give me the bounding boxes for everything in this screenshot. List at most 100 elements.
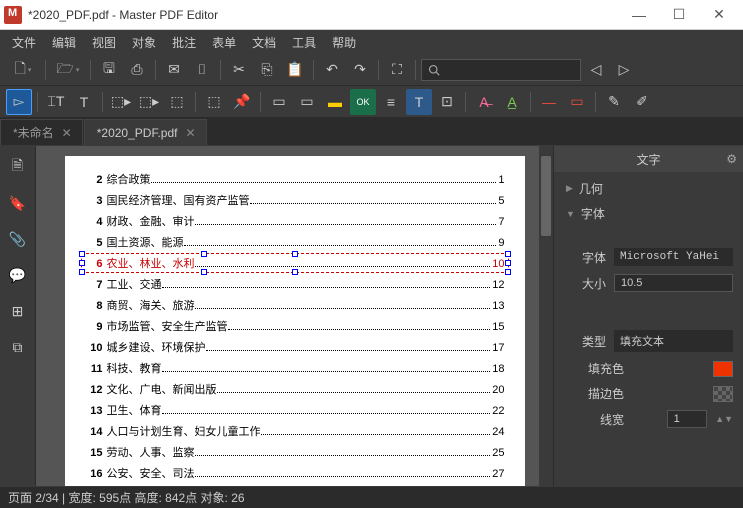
redo-button[interactable]: ↷ (347, 57, 373, 83)
scan-button[interactable]: ⌷ (189, 57, 215, 83)
resize-handle[interactable] (292, 251, 298, 257)
font-value[interactable]: Microsoft YaHei (614, 248, 733, 266)
scrollbar-vertical[interactable] (539, 146, 553, 486)
size-input[interactable] (614, 274, 733, 292)
print-button[interactable]: ⎙ (124, 57, 150, 83)
resize-handle[interactable] (201, 251, 207, 257)
toc-row[interactable]: 9 市场监管、安全生产监管15 (85, 318, 505, 334)
textbox-tool[interactable]: ⬚▸ (108, 89, 134, 115)
linewidth-input[interactable] (667, 410, 708, 428)
left-sidebar: 🗎 🔖 📎 💬 ⊞ ⧉ (0, 146, 36, 486)
toc-label: 公安、安全、司法 (107, 465, 195, 481)
toc-row[interactable]: 13 卫生、体育22 (85, 402, 505, 418)
underline-tool[interactable]: A̲ (499, 89, 525, 115)
resize-handle[interactable] (292, 269, 298, 275)
open-button[interactable]: 🗁▾ (51, 57, 85, 83)
text-edit-tool[interactable]: ⌶T (43, 89, 69, 115)
toc-dots (162, 287, 491, 288)
resize-handle[interactable] (505, 269, 511, 275)
menu-批注[interactable]: 批注 (164, 32, 204, 53)
pencil-tool[interactable]: ✎ (601, 89, 627, 115)
maximize-button[interactable]: ☐ (659, 1, 699, 29)
toc-row[interactable]: 4 财政、金融、审计7 (85, 213, 505, 229)
toc-row[interactable]: 5 国土资源、能源9 (85, 234, 505, 250)
toc-row[interactable]: 10 城乡建设、环境保护17 (85, 339, 505, 355)
document-tab[interactable]: *2020_PDF.pdf✕ (84, 119, 207, 145)
menu-表单[interactable]: 表单 (204, 32, 244, 53)
toc-row[interactable]: 14 人口与计划生育、妇女儿童工作24 (85, 423, 505, 439)
toc-page: 17 (492, 342, 504, 354)
bookmarks-button[interactable]: 🔖 (3, 188, 33, 218)
toc-row[interactable]: 11 科技、教育18 (85, 360, 505, 376)
stroke-color-swatch[interactable] (713, 386, 733, 402)
document-tab[interactable]: *未命名✕ (0, 119, 83, 145)
fit-button[interactable]: ⛶ (384, 57, 410, 83)
toc-label: 综合政策 (107, 171, 151, 187)
menu-视图[interactable]: 视图 (84, 32, 124, 53)
attachments-button[interactable]: 📎 (3, 224, 33, 254)
type-value[interactable]: 填充文本 (614, 330, 733, 352)
toc-row[interactable]: 2 综合政策1 (85, 171, 505, 187)
properties-panel: 文字 ⚙ ▶几何 ▼字体 字体 Microsoft YaHei 大小 类型 填充… (553, 146, 743, 486)
menu-编辑[interactable]: 编辑 (44, 32, 84, 53)
menu-文件[interactable]: 文件 (4, 32, 44, 53)
highlight-tool[interactable]: ▬ (322, 89, 348, 115)
toc-row[interactable]: 8 商贸、海关、旅游13 (85, 297, 505, 313)
form-list-tool[interactable]: ≡ (378, 89, 404, 115)
resize-handle[interactable] (505, 260, 511, 266)
crop-tool[interactable]: ⬚ (201, 89, 227, 115)
thumbnails-button[interactable]: 🗎 (3, 152, 33, 182)
toc-number: 4 (85, 216, 103, 228)
pin-tool[interactable]: 📌 (229, 89, 255, 115)
eraser-tool[interactable]: ✐ (629, 89, 655, 115)
toc-row[interactable]: 7 工业、交通12 (85, 276, 505, 292)
tab-close-icon[interactable]: ✕ (62, 126, 72, 140)
select-tool[interactable]: ▻ (6, 89, 32, 115)
area-tool[interactable]: ⬚ (164, 89, 190, 115)
toc-row[interactable]: 12 文化、广电、新闻出版20 (85, 381, 505, 397)
fill-color-swatch[interactable] (713, 361, 733, 377)
toc-row[interactable]: 6 农业、林业、水利10 (85, 255, 505, 271)
fields-button[interactable]: ⊞ (3, 296, 33, 326)
pdf-page[interactable]: 2 综合政策1 3 国民经济管理、国有资产监管5 4 财政、金融、审计7 5 国土资源… (65, 156, 525, 486)
close-button[interactable]: ✕ (699, 1, 739, 29)
form-check-tool[interactable]: ⊡ (434, 89, 460, 115)
search-prev-button[interactable]: ◁ (583, 57, 609, 83)
form-button-tool[interactable]: OK (350, 89, 376, 115)
toc-row[interactable]: 3 国民经济管理、国有资产监管5 (85, 192, 505, 208)
form-text-tool[interactable]: T (406, 89, 432, 115)
cut-button[interactable]: ✂ (226, 57, 252, 83)
callout-tool[interactable]: ▭ (294, 89, 320, 115)
menu-工具[interactable]: 工具 (284, 32, 324, 53)
search-input[interactable] (421, 59, 581, 81)
strikeout-tool[interactable]: A̶ (471, 89, 497, 115)
panel-settings-icon[interactable]: ⚙ (726, 152, 737, 166)
new-doc-button[interactable]: 🗋▾ (6, 57, 40, 83)
toc-row[interactable]: 16 公安、安全、司法27 (85, 465, 505, 481)
search-next-button[interactable]: ▷ (611, 57, 637, 83)
font-section[interactable]: ▼字体 (554, 201, 743, 226)
line-tool[interactable]: — (536, 89, 562, 115)
menu-帮助[interactable]: 帮助 (324, 32, 364, 53)
note-tool[interactable]: ▭ (266, 89, 292, 115)
text-tool[interactable]: T (71, 89, 97, 115)
save-button[interactable]: 🖫 (96, 57, 122, 83)
menu-文档[interactable]: 文档 (244, 32, 284, 53)
resize-handle[interactable] (79, 251, 85, 257)
geometry-section[interactable]: ▶几何 (554, 176, 743, 201)
undo-button[interactable]: ↶ (319, 57, 345, 83)
layers-button[interactable]: ⧉ (3, 332, 33, 362)
toc-row[interactable]: 15 劳动、人事、监察25 (85, 444, 505, 460)
comments-button[interactable]: 💬 (3, 260, 33, 290)
resize-handle[interactable] (201, 269, 207, 275)
link-tool[interactable]: ⬚▸ (136, 89, 162, 115)
document-viewport[interactable]: 2 综合政策1 3 国民经济管理、国有资产监管5 4 财政、金融、审计7 5 国土资源… (36, 146, 553, 486)
tab-close-icon[interactable]: ✕ (185, 126, 195, 140)
resize-handle[interactable] (505, 251, 511, 257)
menu-对象[interactable]: 对象 (124, 32, 164, 53)
paste-button[interactable]: 📋 (282, 57, 308, 83)
copy-button[interactable]: ⎘ (254, 57, 280, 83)
rect-tool[interactable]: ▭ (564, 89, 590, 115)
minimize-button[interactable]: — (619, 1, 659, 29)
email-button[interactable]: ✉ (161, 57, 187, 83)
